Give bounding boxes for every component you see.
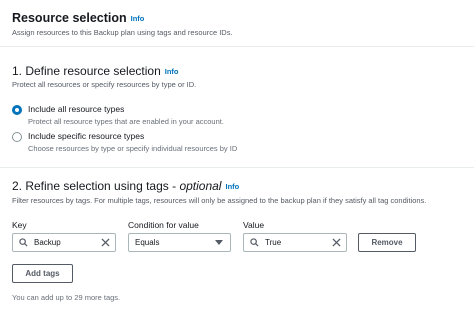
radio-button-all[interactable]	[12, 105, 22, 115]
close-icon[interactable]	[101, 238, 110, 247]
section-refine-title-text: 2. Refine selection using tags -	[12, 179, 180, 193]
radio-description: Protect all resource types that are enab…	[28, 117, 224, 126]
info-link[interactable]: Info	[165, 67, 179, 76]
section-define-title-text: 1. Define resource selection	[12, 64, 161, 78]
condition-select-value: Equals	[135, 238, 160, 247]
radio-description: Choose resources by type or specify indi…	[28, 144, 238, 153]
page-title-text: Resource selection	[12, 11, 127, 25]
page-description: Assign resources to this Backup plan usi…	[12, 28, 233, 37]
optional-label: optional	[179, 179, 222, 193]
value-input[interactable]: True	[243, 233, 347, 252]
value-input-value: True	[265, 238, 282, 247]
key-input[interactable]: Backup	[12, 233, 116, 252]
section-refine-description: Filter resources by tags. For multiple t…	[12, 196, 427, 205]
page-title: Resource selection Info	[12, 11, 144, 25]
key-label: Key	[12, 220, 27, 230]
search-icon	[250, 238, 259, 247]
remove-button[interactable]: Remove	[358, 233, 416, 252]
radio-button-specific[interactable]	[12, 132, 22, 142]
divider	[0, 167, 474, 168]
condition-select[interactable]: Equals	[128, 233, 231, 252]
condition-label: Condition for value	[128, 220, 199, 230]
key-input-value: Backup	[34, 238, 61, 247]
section-refine-title: 2. Refine selection using tags - optiona…	[12, 179, 239, 193]
close-icon[interactable]	[332, 238, 341, 247]
radio-option-specific[interactable]: Include specific resource types Choose r…	[12, 131, 237, 153]
info-link[interactable]: Info	[131, 14, 145, 23]
tag-limit-hint: You can add up to 29 more tags.	[12, 293, 121, 302]
caret-down-icon	[215, 240, 223, 245]
section-define-description: Protect all resources or specify resourc…	[12, 80, 197, 89]
radio-option-all[interactable]: Include all resource types Protect all r…	[12, 104, 224, 126]
section-define-title: 1. Define resource selection Info	[12, 64, 179, 78]
info-link[interactable]: Info	[225, 182, 239, 191]
radio-label: Include all resource types	[28, 104, 125, 114]
add-tags-button[interactable]: Add tags	[12, 264, 73, 283]
search-icon	[19, 238, 28, 247]
divider	[0, 46, 474, 47]
value-label: Value	[243, 220, 265, 230]
radio-label: Include specific resource types	[28, 131, 145, 141]
